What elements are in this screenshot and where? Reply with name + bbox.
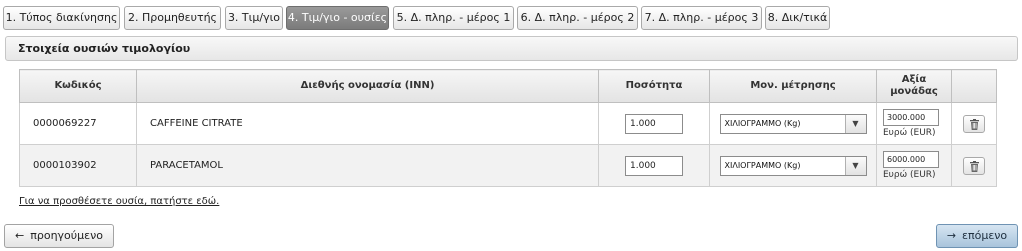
tab-supplier[interactable]: 2. Προμηθευτής xyxy=(124,6,221,30)
quantity-input[interactable] xyxy=(625,155,683,176)
table-row: 0000103902 PARACETAMOL ΧΙΛΙΟΓΡΑΜΜΟ (Kg) … xyxy=(19,144,997,187)
uom-selected-value: ΧΙΛΙΟΓΡΑΜΜΟ (Kg) xyxy=(724,118,801,128)
add-substance-link[interactable]: Για να προσθέσετε ουσία, πατήστε εδώ. xyxy=(19,196,219,207)
currency-label: Ευρώ (EUR) xyxy=(883,128,936,138)
uom-selected-value: ΧΙΛΙΟΓΡΑΜΜΟ (Kg) xyxy=(724,160,801,170)
panel-title: Στοιχεία ουσιών τιμολογίου xyxy=(5,36,1018,61)
previous-label: προηγούμενο xyxy=(30,229,103,242)
header-inn: Διεθνής ονομασία (INN) xyxy=(136,69,599,103)
cell-quantity xyxy=(598,144,710,187)
cell-unit-value: Ευρώ (EUR) xyxy=(876,144,952,187)
header-actions xyxy=(951,69,997,103)
trash-icon xyxy=(970,160,979,172)
trash-icon xyxy=(970,118,979,130)
tab-extra-info-part3[interactable]: 7. Δ. πληρ. - μέρος 3 xyxy=(641,6,762,30)
cell-actions xyxy=(951,144,997,187)
header-unit-value-line1: Αξία xyxy=(901,74,927,85)
tab-extra-info-part1[interactable]: 5. Δ. πληρ. - μέρος 1 xyxy=(393,6,514,30)
header-unit-value-line2: μονάδας xyxy=(890,86,938,97)
next-label: επόμενο xyxy=(962,229,1008,242)
next-button[interactable]: → επόμενο xyxy=(936,224,1018,248)
unit-value-input[interactable] xyxy=(883,109,939,126)
cell-unit-value: Ευρώ (EUR) xyxy=(876,102,952,145)
arrow-right-icon: → xyxy=(946,229,957,242)
unit-value-input[interactable] xyxy=(883,151,939,168)
cell-actions xyxy=(951,102,997,145)
cell-quantity xyxy=(598,102,710,145)
cell-inn: PARACETAMOL xyxy=(136,144,599,187)
tab-documents[interactable]: 8. Δικ/τικά xyxy=(765,6,830,30)
cell-uom: ΧΙΛΙΟΓΡΑΜΜΟ (Kg) ▼ xyxy=(709,144,877,187)
uom-select[interactable]: ΧΙΛΙΟΓΡΑΜΜΟ (Kg) ▼ xyxy=(719,155,867,176)
tab-invoice[interactable]: 3. Τιμ/γιο xyxy=(225,6,283,30)
header-uom: Μον. μέτρησης xyxy=(709,69,877,103)
tab-extra-info-part2[interactable]: 6. Δ. πληρ. - μέρος 2 xyxy=(517,6,638,30)
tab-invoice-substances[interactable]: 4. Τιμ/γιο - ουσίες xyxy=(286,6,389,30)
header-code: Κωδικός xyxy=(19,69,137,103)
uom-select[interactable]: ΧΙΛΙΟΓΡΑΜΜΟ (Kg) ▼ xyxy=(719,113,867,134)
cell-code: 0000069227 xyxy=(19,102,137,145)
table-header-row: Κωδικός Διεθνής ονομασία (INN) Ποσότητα … xyxy=(19,69,997,103)
quantity-input[interactable] xyxy=(625,113,683,134)
tab-movement-type[interactable]: 1. Τύπος διακίνησης xyxy=(3,6,120,30)
cell-uom: ΧΙΛΙΟΓΡΑΜΜΟ (Kg) ▼ xyxy=(709,102,877,145)
substances-table: Κωδικός Διεθνής ονομασία (INN) Ποσότητα … xyxy=(19,69,997,187)
chevron-down-icon[interactable]: ▼ xyxy=(844,114,866,133)
arrow-left-icon: ← xyxy=(15,229,25,242)
table-row: 0000069227 CAFFEINE CITRATE ΧΙΛΙΟΓΡΑΜΜΟ … xyxy=(19,102,997,145)
header-unit-value: Αξία μονάδας xyxy=(876,69,952,103)
cell-inn: CAFFEINE CITRATE xyxy=(136,102,599,145)
delete-button[interactable] xyxy=(963,156,985,175)
delete-button[interactable] xyxy=(963,114,985,133)
cell-code: 0000103902 xyxy=(19,144,137,187)
currency-label: Ευρώ (EUR) xyxy=(883,170,936,180)
previous-button[interactable]: ← προηγούμενο xyxy=(4,224,114,248)
chevron-down-icon[interactable]: ▼ xyxy=(844,156,866,175)
header-quantity: Ποσότητα xyxy=(598,69,710,103)
